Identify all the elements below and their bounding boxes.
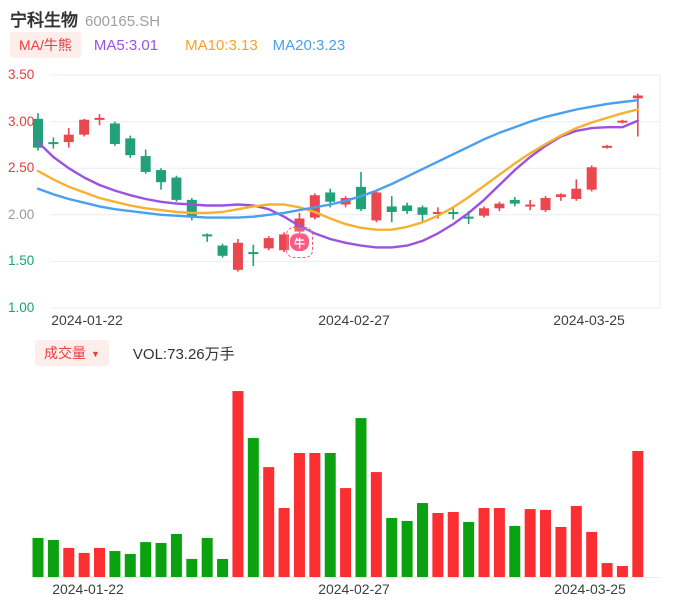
volume-badge-label: 成交量 bbox=[44, 345, 86, 361]
price-tick-label: 1.00 bbox=[8, 300, 35, 315]
date-tick-label: 2024-01-22 bbox=[52, 581, 124, 597]
volume-header-row: 成交量 ▼ VOL:73.26万手 bbox=[35, 340, 235, 366]
date-tick-label: 2024-03-25 bbox=[554, 581, 626, 597]
stock-name: 宁科生物 bbox=[10, 11, 78, 30]
price-tick-label: 2.00 bbox=[8, 206, 35, 222]
dropdown-arrow-icon: ▼ bbox=[91, 349, 100, 359]
price-tick-label: 2.50 bbox=[8, 160, 35, 176]
volume-indicator-selector[interactable]: 成交量 ▼ bbox=[35, 340, 109, 366]
ma5-legend: MA5:3.01 bbox=[93, 36, 159, 54]
stock-chart-page: 宁科生物 600165.SH MA/牛熊 MA5:3.01 MA10:3.13 M… bbox=[0, 0, 686, 606]
bull-signal-icon[interactable]: 牛 bbox=[286, 227, 313, 258]
price-tick-label: 3.50 bbox=[8, 67, 35, 82]
ma20-legend: MA20:3.23 bbox=[272, 36, 346, 54]
date-tick-label: 2024-02-27 bbox=[318, 581, 390, 597]
date-tick-label: 2024-03-25 bbox=[553, 312, 625, 328]
bull-glyph: 牛 bbox=[290, 234, 309, 251]
date-tick-label: 2024-01-22 bbox=[51, 312, 123, 328]
date-tick-label: 2024-02-27 bbox=[318, 312, 390, 328]
volume-value-label: VOL:73.26万手 bbox=[132, 345, 235, 363]
chart-header: 宁科生物 600165.SH bbox=[10, 6, 160, 31]
stock-code: 600165.SH bbox=[85, 13, 161, 30]
price-tick-label: 1.50 bbox=[8, 253, 35, 269]
ma-indicator-selector[interactable]: MA/牛熊 bbox=[10, 32, 81, 58]
indicator-legend-row: MA/牛熊 MA5:3.01 MA10:3.13 MA20:3.23 bbox=[10, 32, 345, 58]
price-tick-label: 3.00 bbox=[8, 113, 35, 129]
text-layer: 宁科生物 600165.SH MA/牛熊 MA5:3.01 MA10:3.13 M… bbox=[0, 0, 686, 606]
ma10-legend: MA10:3.13 bbox=[185, 36, 258, 54]
